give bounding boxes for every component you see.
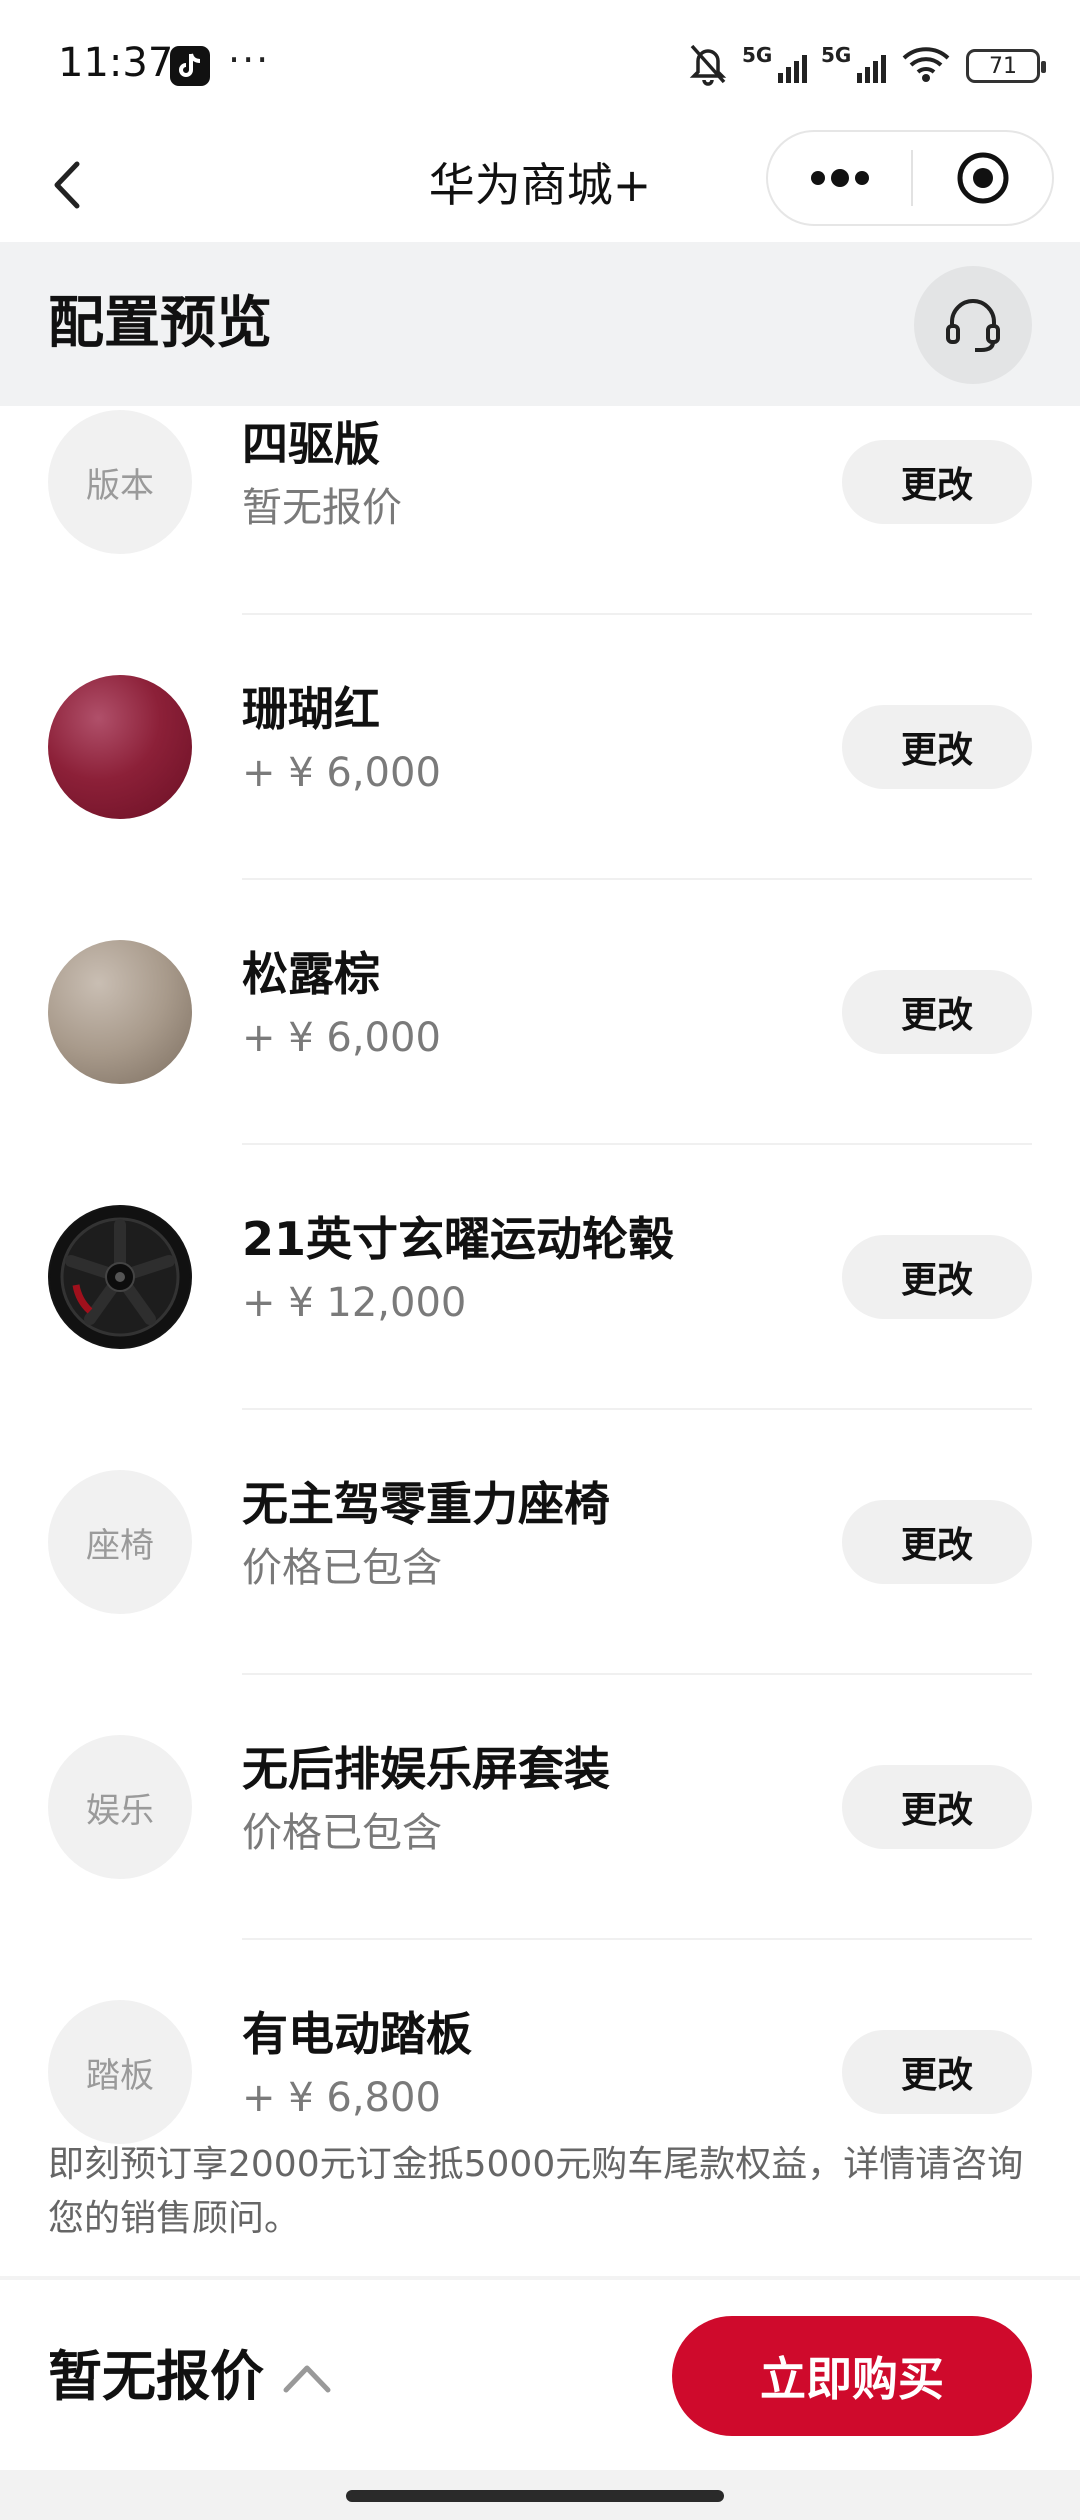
change-button[interactable]: 更改 xyxy=(842,1500,1032,1584)
nav-bar: 华为商城+ xyxy=(0,130,1080,242)
change-button[interactable]: 更改 xyxy=(842,705,1032,789)
item-name: 四驱版 xyxy=(242,417,380,471)
item-name: 无主驾零重力座椅 xyxy=(242,1477,610,1531)
item-thumbnail: 踏板 xyxy=(48,2000,192,2144)
list-item: 21英寸玄曜运动轮毂 + ¥ 12,000 更改 xyxy=(0,1145,1080,1410)
item-name: 珊瑚红 xyxy=(242,682,380,736)
change-button[interactable]: 更改 xyxy=(842,970,1032,1054)
item-price: 暂无报价 xyxy=(242,485,402,531)
signal-icon-2: 5G xyxy=(821,43,886,83)
customer-support-button[interactable] xyxy=(914,266,1032,384)
change-button[interactable]: 更改 xyxy=(842,1765,1032,1849)
section-header: 配置预览 xyxy=(0,242,1080,406)
close-mini-program-button[interactable] xyxy=(913,132,1052,224)
battery-icon: 71 xyxy=(966,49,1046,83)
list-item: 座椅 无主驾零重力座椅 价格已包含 更改 xyxy=(0,1410,1080,1675)
change-button[interactable]: 更改 xyxy=(842,1235,1032,1319)
status-bar: 11:37 ··· 5G 5G 71 xyxy=(0,0,1080,130)
list-item: 娱乐 无后排娱乐屏套装 价格已包含 更改 xyxy=(0,1675,1080,1940)
bottom-bar: 暂无报价 立即购买 xyxy=(0,2280,1080,2470)
item-price: + ¥ 6,800 xyxy=(242,2075,441,2121)
item-price: 价格已包含 xyxy=(242,1545,442,1591)
more-button[interactable] xyxy=(768,132,911,224)
network-type-1: 5G xyxy=(742,43,773,67)
item-thumbnail: 版本 xyxy=(48,410,192,554)
wifi-icon xyxy=(900,44,952,88)
network-type-2: 5G xyxy=(821,43,852,67)
status-more-dots: ··· xyxy=(228,38,271,82)
target-icon xyxy=(957,152,1008,204)
signal-icon: 5G xyxy=(742,43,807,83)
list-item: 珊瑚红 + ¥ 6,000 更改 xyxy=(0,615,1080,880)
item-price: 价格已包含 xyxy=(242,1810,442,1856)
item-price: + ¥ 6,000 xyxy=(242,1015,441,1061)
change-button[interactable]: 更改 xyxy=(842,2030,1032,2114)
status-time: 11:37 xyxy=(58,40,174,86)
item-thumbnail: 座椅 xyxy=(48,1470,192,1614)
total-price[interactable]: 暂无报价 xyxy=(48,2342,264,2412)
headset-icon xyxy=(946,299,1000,352)
mute-bell-icon xyxy=(688,42,728,90)
section-title: 配置预览 xyxy=(48,291,272,356)
status-icons: 5G 5G 71 xyxy=(688,42,1046,90)
tiktok-icon xyxy=(170,46,210,86)
wheel-image xyxy=(48,1205,192,1349)
coral-red-swatch xyxy=(48,675,192,819)
item-price: + ¥ 12,000 xyxy=(242,1280,467,1326)
item-name: 21英寸玄曜运动轮毂 xyxy=(242,1212,675,1266)
promo-notice: 即刻预订享2000元订金抵5000元购车尾款权益，详情请咨询您的销售顾问。 xyxy=(48,2144,1024,2239)
item-name: 松露棕 xyxy=(242,947,380,1001)
wheel-icon xyxy=(50,1207,190,1347)
list-item: 松露棕 + ¥ 6,000 更改 xyxy=(0,880,1080,1145)
buy-now-button[interactable]: 立即购买 xyxy=(672,2316,1032,2436)
change-button[interactable]: 更改 xyxy=(842,440,1032,524)
more-dots-icon xyxy=(810,169,869,187)
home-indicator[interactable] xyxy=(346,2490,724,2502)
item-name: 有电动踏板 xyxy=(242,2007,472,2061)
mini-program-capsule xyxy=(766,130,1054,226)
truffle-brown-swatch xyxy=(48,940,192,1084)
item-price: + ¥ 6,000 xyxy=(242,750,441,796)
chevron-up-icon[interactable] xyxy=(280,2358,334,2398)
item-thumbnail: 娱乐 xyxy=(48,1735,192,1879)
item-name: 无后排娱乐屏套装 xyxy=(242,1742,610,1796)
